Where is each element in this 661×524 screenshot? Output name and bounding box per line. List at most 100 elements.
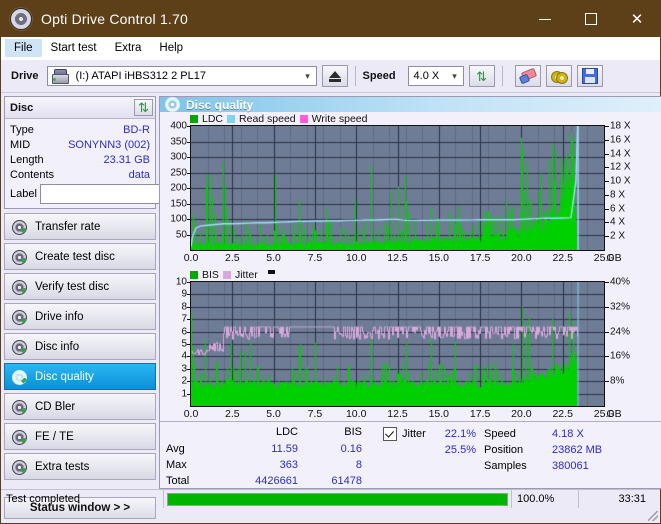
- x-tick-label: 22.5: [552, 408, 573, 420]
- y2-tick: [605, 222, 609, 224]
- chart-ldc-read-speed: LDC Read speed Write speed 50 100 150 200 25…: [160, 112, 661, 265]
- y2-tick: [605, 139, 609, 141]
- refresh-button[interactable]: ⇅: [468, 65, 495, 87]
- chart1-legend: LDC Read speed Write speed: [160, 112, 661, 125]
- y2-tick: [605, 381, 609, 383]
- title-bar: Opti Drive Control 1.70 ✕: [1, 1, 660, 37]
- speed-label: Speed: [484, 428, 516, 440]
- disc-contents-label: Contents: [10, 168, 55, 181]
- drive-select[interactable]: (I:) ATAPI iHBS312 2 PL17 ▾: [46, 66, 317, 86]
- y2-tick-label: 4 X: [610, 216, 626, 228]
- save-button[interactable]: [576, 65, 603, 87]
- disc-icon: [165, 97, 180, 112]
- menu-bar: File Start test Extra Help: [1, 37, 660, 60]
- disc-tools-icon: [550, 70, 568, 84]
- disc-refresh-button[interactable]: ⇅: [134, 99, 153, 116]
- chart2-y-axis-left: 1 2 3 4 5 6 7 8 9 10: [160, 277, 190, 407]
- minimize-icon: [539, 18, 551, 20]
- disc-icon: [12, 459, 27, 475]
- y2-tick: [605, 208, 609, 210]
- stats-row-avg: Avg 11.59 0.16: [160, 441, 375, 457]
- maximize-icon: [585, 13, 597, 25]
- legend-label-bis: BIS: [202, 268, 219, 281]
- sidebar-item-verify-test-disc[interactable]: Verify test disc: [4, 273, 156, 300]
- y2-tick-label: 16 X: [610, 134, 631, 146]
- jitter-group: Jitter 22.1% 25.5%: [375, 426, 480, 498]
- x-tick-label: 12.5: [387, 408, 408, 420]
- sidebar-item-fe-te[interactable]: FE / TE: [4, 423, 156, 450]
- x-tick-label: 20.0: [511, 408, 532, 420]
- disc-length-label: Length: [10, 153, 44, 166]
- y2-tick: [605, 194, 609, 196]
- speed-value: 4.18 X: [552, 428, 584, 440]
- maximize-button[interactable]: [568, 1, 614, 37]
- content-area: Disc quality LDC Read speed Write speed: [159, 93, 661, 489]
- y2-tick-label: 8%: [610, 375, 625, 387]
- toolbar: Drive (I:) ATAPI iHBS312 2 PL17 ▾ Speed …: [1, 60, 660, 93]
- y2-tick: [605, 331, 609, 333]
- chart2-y-axis-right: 8% 16% 24% 32% 40%: [605, 277, 643, 407]
- disc-label-row: Label: [10, 184, 243, 204]
- disc-mid-value: SONYNN3 (002): [68, 138, 150, 151]
- sidebar-item-drive-info[interactable]: Drive info: [4, 303, 156, 330]
- sidebar-item-transfer-rate[interactable]: Transfer rate: [4, 213, 156, 240]
- y2-tick-label: 2 X: [610, 230, 626, 242]
- disc-tools-button[interactable]: [545, 65, 572, 87]
- app-disc-icon: [10, 8, 32, 30]
- chart2-legend: BIS Jitter: [160, 268, 661, 281]
- erase-button[interactable]: [514, 65, 541, 87]
- y-tick-label: 250: [170, 167, 187, 178]
- legend-swatch-bis: [190, 270, 198, 279]
- sidebar-item-label: Disc quality: [35, 370, 94, 383]
- toolbar-divider-1: [354, 66, 356, 86]
- y2-tick: [605, 167, 609, 169]
- toolbar-divider-2: [501, 66, 503, 86]
- disc-icon: [12, 429, 27, 445]
- sidebar-item-label: Drive info: [35, 310, 84, 323]
- window-controls: ✕: [522, 1, 660, 37]
- panel-header: Disc quality: [160, 97, 661, 112]
- position-value: 23862 MB: [552, 444, 603, 456]
- eject-button[interactable]: [321, 65, 348, 87]
- disc-length-value: 23.31 GB: [103, 153, 150, 166]
- jitter-blank-row: [375, 458, 480, 474]
- stats-row-max: Max 363 8: [160, 457, 375, 473]
- sidebar-item-disc-info[interactable]: Disc info: [4, 333, 156, 360]
- stats-avg-ldc: 11.59: [271, 443, 298, 455]
- speed-select[interactable]: 4.0 X ▾: [407, 66, 464, 86]
- application-window: Opti Drive Control 1.70 ✕ File Start tes…: [0, 0, 661, 524]
- speed-label: Speed: [362, 70, 396, 82]
- close-button[interactable]: ✕: [614, 1, 660, 37]
- x-tick-label: 17.5: [469, 408, 491, 420]
- jitter-avg-row: 22.1%: [375, 426, 480, 442]
- stats-row-label: Avg: [166, 443, 185, 455]
- disc-type-value: BD-R: [123, 123, 150, 136]
- sidebar-item-extra-tests[interactable]: Extra tests: [4, 453, 156, 480]
- jitter-max-row: 25.5%: [375, 442, 480, 458]
- sidebar-item-create-test-disc[interactable]: Create test disc: [4, 243, 156, 270]
- window-title: Opti Drive Control 1.70: [41, 11, 188, 27]
- menu-help[interactable]: Help: [150, 39, 192, 57]
- sidebar-item-label: Extra tests: [35, 460, 90, 473]
- disc-icon: [12, 309, 27, 325]
- x-tick-label: 17.5: [469, 252, 491, 264]
- minimize-button[interactable]: [522, 1, 568, 37]
- x-tick-label: 12.5: [387, 252, 408, 264]
- sidebar-item-cd-bler[interactable]: CD Bler: [4, 393, 156, 420]
- y-tick-label: 150: [170, 198, 187, 209]
- y2-tick-label: 10 X: [610, 175, 631, 187]
- menu-file[interactable]: File: [5, 39, 42, 57]
- sidebar-nav: Transfer rate Create test disc Verify te…: [4, 213, 156, 480]
- stats-col-ldc: LDC: [275, 426, 298, 438]
- sidebar-item-label: Create test disc: [35, 250, 115, 263]
- x-tick-label: 7.5: [307, 408, 323, 420]
- close-icon: ✕: [630, 11, 644, 28]
- menu-extra[interactable]: Extra: [106, 39, 151, 57]
- resize-grip[interactable]: [648, 511, 658, 521]
- disc-icon: [12, 249, 27, 265]
- samples-value: 380061: [552, 460, 589, 472]
- chart2-x-axis: 0.0 2.5 5.0 7.5 10.0 12.5 15.0 17.5 20.0 22.5 25.0…: [160, 407, 661, 421]
- disc-contents-value: data: [128, 168, 150, 181]
- menu-start-test[interactable]: Start test: [42, 39, 106, 57]
- sidebar-item-disc-quality[interactable]: Disc quality: [4, 363, 156, 390]
